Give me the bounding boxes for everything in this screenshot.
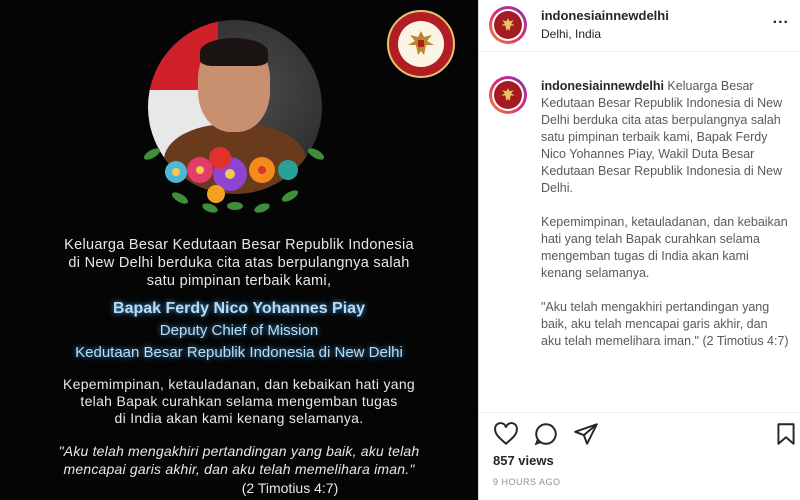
caption-text: indonesiainnewdelhi Keluarga Besar Kedut… (541, 78, 791, 367)
caption-paragraph-2: Kepemimpinan, ketauladanan, dan kebaikan… (541, 215, 788, 280)
header-username[interactable]: indonesiainnewdelhi (541, 8, 669, 23)
caption-paragraph-3: "Aku telah mengakhiri pertandingan yang … (541, 300, 789, 348)
flower-orange-small (207, 185, 225, 203)
caption-area: indonesiainnewdelhi Keluarga Besar Kedut… (479, 62, 800, 402)
person-hair (200, 38, 268, 66)
garuda-icon (408, 31, 434, 55)
leadership-text: Kepemimpinan, ketauladanan, dan kebaikan… (62, 376, 416, 426)
bible-verse: (2 Timotius 4:7) (241, 480, 339, 496)
caption-avatar[interactable] (489, 76, 527, 114)
avatar[interactable] (489, 6, 527, 44)
post-timestamp[interactable]: 9 HOURS AGO (493, 477, 561, 487)
embassy-seal-icon (387, 10, 455, 78)
flower-teal (278, 160, 298, 180)
intro-text: Keluarga Besar Kedutaan Besar Republik I… (64, 237, 414, 289)
garuda-icon (501, 88, 515, 101)
bookmark-icon[interactable] (773, 421, 799, 447)
bible-quote: "Aku telah mengakhiri pertandingan yang … (58, 443, 420, 477)
header-location[interactable]: Delhi, India (541, 27, 601, 41)
more-options-icon[interactable]: ... (773, 10, 789, 28)
garuda-icon (501, 18, 515, 31)
share-icon[interactable] (573, 421, 599, 447)
flower-red (209, 147, 231, 169)
caption-paragraph-1: Keluarga Besar Kedutaan Besar Republik I… (541, 79, 783, 195)
post-image[interactable]: Keluarga Besar Kedutaan Besar Republik I… (0, 0, 478, 500)
caption-username[interactable]: indonesiainnewdelhi (541, 79, 664, 93)
heart-icon[interactable] (493, 421, 519, 447)
flower-wreath (143, 147, 325, 213)
post-actions: 857 views 9 HOURS AGO (479, 412, 800, 500)
post-sidebar: indonesiainnewdelhi Delhi, India ... ind… (478, 0, 800, 500)
embassy-name: Kedutaan Besar Republik Indonesia di New… (75, 344, 403, 361)
comment-icon[interactable] (533, 421, 559, 447)
deceased-name: Bapak Ferdy Nico Yohannes Piay (113, 300, 365, 317)
post-header: indonesiainnewdelhi Delhi, India ... (479, 0, 800, 52)
view-count[interactable]: 857 views (493, 453, 554, 468)
deceased-role: Deputy Chief of Mission (159, 322, 319, 339)
